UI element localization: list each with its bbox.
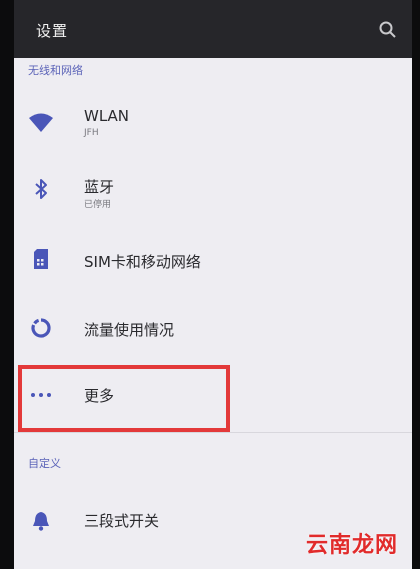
- settings-screen: 设置 无线和网络 WLAN JFH 蓝牙 已停用 SIM卡和移动网络 流量使用情…: [14, 0, 412, 569]
- settings-item-label: SIM卡和移动网络: [84, 253, 201, 271]
- settings-item-label: 三段式开关: [84, 512, 160, 530]
- section-header-custom: 自定义: [28, 457, 61, 470]
- page-title: 设置: [36, 22, 69, 40]
- data-usage-icon: [28, 316, 54, 340]
- settings-item-label: 流量使用情况: [84, 321, 175, 339]
- bell-icon: [28, 509, 54, 533]
- section-header-wireless: 无线和网络: [28, 64, 83, 77]
- bluetooth-icon: [28, 177, 54, 201]
- app-bar: 设置: [14, 0, 412, 58]
- wifi-icon: [28, 111, 54, 135]
- highlight-annotation-box: [18, 365, 230, 432]
- settings-item-label: WLAN: [84, 107, 130, 125]
- settings-item-summary: JFH: [84, 128, 99, 138]
- settings-item-sim[interactable]: SIM卡和移动网络: [14, 226, 412, 292]
- settings-item-wlan[interactable]: WLAN JFH: [14, 90, 412, 156]
- settings-item-summary: 已停用: [84, 200, 112, 210]
- sim-card-icon: [28, 247, 54, 271]
- settings-item-bluetooth[interactable]: 蓝牙 已停用: [14, 156, 412, 222]
- section-divider: [14, 432, 412, 433]
- watermark-logo: 云南龙网: [305, 533, 398, 558]
- settings-item-label: 蓝牙: [84, 178, 115, 196]
- search-icon[interactable]: [378, 20, 398, 40]
- settings-item-data-usage[interactable]: 流量使用情况: [14, 295, 412, 361]
